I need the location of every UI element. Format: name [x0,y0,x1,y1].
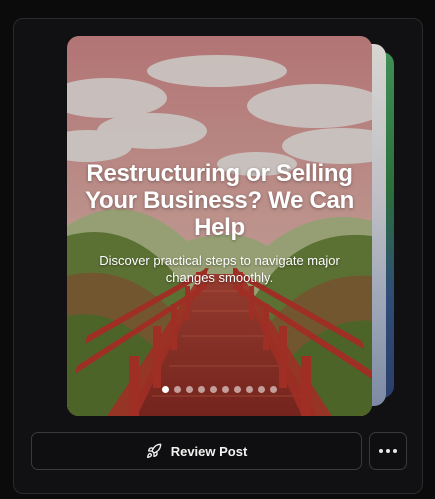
carousel-dot[interactable] [174,386,181,393]
review-post-label: Review Post [170,443,248,459]
card-subtitle: Discover practical steps to navigate maj… [99,253,340,285]
more-options-button[interactable] [369,432,407,470]
more-horizontal-icon [379,449,397,453]
carousel-dot[interactable] [198,386,205,393]
carousel-card[interactable]: Restructuring or Selling Your Business? … [67,36,372,416]
carousel-dot[interactable] [186,386,193,393]
carousel-dot[interactable] [210,386,217,393]
carousel[interactable]: Restructuring or Selling Your Business? … [67,36,397,416]
carousel-dot[interactable] [246,386,253,393]
carousel-dot[interactable] [234,386,241,393]
carousel-dot[interactable] [258,386,265,393]
carousel-pagination [67,386,372,393]
rocket-icon [146,443,162,458]
review-post-button[interactable]: Review Post [31,432,362,470]
carousel-dot[interactable] [222,386,229,393]
carousel-dot[interactable] [162,386,169,393]
carousel-dot[interactable] [270,386,277,393]
card-title: Restructuring or Selling Your Business? … [85,160,354,241]
